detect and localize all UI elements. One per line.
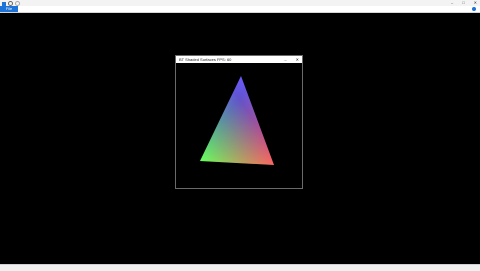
render-window-controls: – ✕ xyxy=(284,56,299,63)
render-canvas[interactable] xyxy=(176,63,302,188)
save-icon[interactable] xyxy=(2,1,6,6)
help-icon[interactable] xyxy=(472,7,476,11)
render-close-button[interactable]: ✕ xyxy=(296,56,299,63)
render-window[interactable]: BT Shaded Surfaces FPS: 60 – ✕ xyxy=(175,55,303,189)
render-window-titlebar[interactable]: BT Shaded Surfaces FPS: 60 – ✕ xyxy=(176,56,302,63)
shaded-triangle-svg xyxy=(200,76,274,165)
ribbon-tabs: File xyxy=(0,6,480,13)
render-window-title: BT Shaded Surfaces FPS: 60 xyxy=(179,57,232,62)
render-minimize-button[interactable]: – xyxy=(284,56,286,63)
tab-second[interactable] xyxy=(15,6,23,12)
tab-third[interactable] xyxy=(30,6,38,12)
triangle-right-gradient xyxy=(200,76,274,165)
